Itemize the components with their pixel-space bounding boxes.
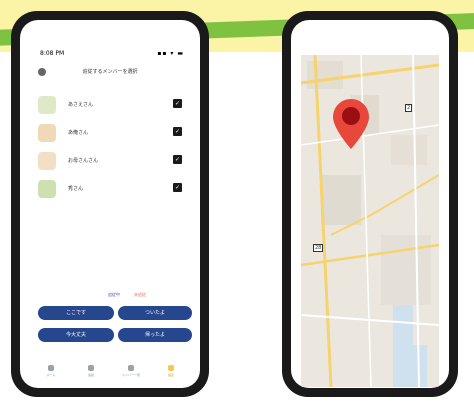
- status-time: 8:08 PM: [40, 50, 65, 57]
- action-button-arrived[interactable]: ついたよ: [118, 306, 192, 320]
- bottom-tab-bar: ホーム 追従 メンバー一覧 設定: [20, 365, 200, 385]
- map-view[interactable]: 2 28: [300, 54, 440, 388]
- route-badge: 28: [313, 244, 324, 252]
- status-icons: ▪▪ ▾ ▬: [157, 50, 184, 57]
- action-button-home[interactable]: 帰ったよ: [118, 328, 192, 342]
- follow-icon: [88, 365, 94, 371]
- member-name: あさえさん: [68, 102, 94, 108]
- member-checkbox[interactable]: ✓: [173, 183, 182, 192]
- member-checkbox[interactable]: ✓: [173, 99, 182, 108]
- action-button-ok-now[interactable]: 今大丈夫: [38, 328, 114, 342]
- member-checkbox[interactable]: ✓: [173, 127, 182, 136]
- tab-home[interactable]: ホーム: [38, 365, 64, 377]
- right-phone: 2 28: [282, 11, 458, 397]
- left-phone: 8:08 PM ▪▪ ▾ ▬ 追従するメンバーを選択 あさえさん ✓ あ俺さん …: [11, 11, 209, 397]
- legend-following: 追従中: [108, 292, 120, 297]
- member-avatar: [38, 180, 56, 198]
- member-row[interactable]: 秀さん ✓: [20, 180, 200, 202]
- member-name: 秀さん: [68, 186, 84, 192]
- tab-label: メンバー一覧: [121, 373, 140, 377]
- left-phone-screen: 8:08 PM ▪▪ ▾ ▬ 追従するメンバーを選択 あさえさん ✓ あ俺さん …: [20, 20, 200, 388]
- member-avatar: [38, 124, 56, 142]
- app-header: 追従するメンバーを選択: [20, 68, 200, 82]
- tab-label: 設定: [167, 373, 174, 377]
- members-icon: [128, 365, 134, 371]
- tab-settings[interactable]: 設定: [158, 365, 184, 377]
- settings-tab-icon: [168, 365, 174, 371]
- member-avatar: [38, 152, 56, 170]
- member-name: お母さんさん: [68, 158, 99, 164]
- member-row[interactable]: あさえさん ✓: [20, 96, 200, 118]
- member-checkbox[interactable]: ✓: [173, 155, 182, 164]
- page-title: 追従するメンバーを選択: [82, 69, 138, 75]
- member-row[interactable]: お母さんさん ✓: [20, 152, 200, 174]
- member-avatar: [38, 96, 56, 114]
- member-row[interactable]: あ俺さん ✓: [20, 124, 200, 146]
- tab-members[interactable]: メンバー一覧: [118, 365, 144, 377]
- location-pin-icon[interactable]: [333, 99, 369, 149]
- map-roads: [300, 54, 440, 388]
- tab-label: 追従: [87, 373, 94, 377]
- route-badge: 2: [405, 104, 413, 112]
- action-button-here[interactable]: ここです: [38, 306, 114, 320]
- tab-label: ホーム: [46, 373, 56, 377]
- tab-follow[interactable]: 追従: [78, 365, 104, 377]
- member-name: あ俺さん: [68, 130, 89, 136]
- right-phone-screen: 2 28: [291, 20, 449, 388]
- legend-not-following: 未追従: [134, 292, 146, 297]
- home-icon: [48, 365, 54, 371]
